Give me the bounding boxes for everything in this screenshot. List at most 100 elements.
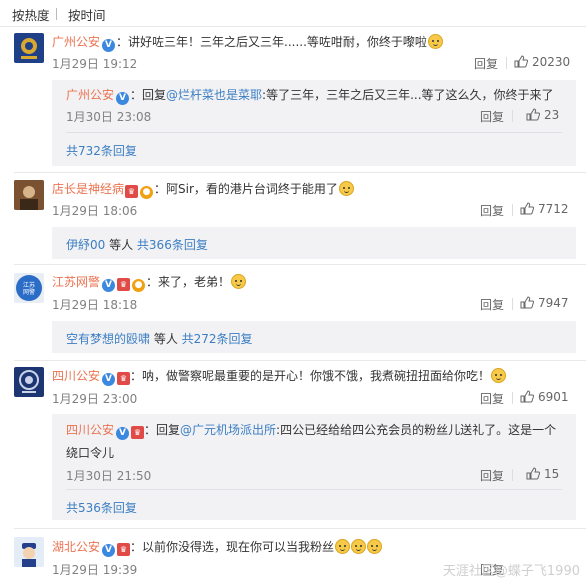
comment-line: 广州公安 V ：讲好咗三年！三年之后又三年......等咗咁耐，你终于嚟啦 bbox=[52, 33, 443, 52]
sort-by-hot[interactable]: 按热度 bbox=[12, 5, 50, 24]
svg-text:江苏: 江苏 bbox=[23, 281, 35, 289]
user-photo-icon bbox=[14, 180, 44, 210]
member-badge-icon: ♛ bbox=[117, 278, 131, 291]
doge-emoji-icon bbox=[367, 539, 383, 554]
thumbs-up-icon bbox=[520, 390, 534, 403]
comment-text: ：以前你没得选，现在你可以当我粉丝 bbox=[130, 540, 335, 554]
avatar[interactable] bbox=[14, 33, 44, 63]
verified-icon: V bbox=[102, 544, 116, 557]
action-divider bbox=[506, 57, 507, 69]
more-replies-link[interactable]: 共536条回复 bbox=[66, 499, 137, 516]
comment-text: :四公已经给给四公充会员的粉丝儿送礼了。这是一个 bbox=[276, 423, 557, 437]
fan-badge-icon: ● bbox=[140, 186, 154, 199]
comment-text: :等了三年，三年之后又三年...等了这么久，你终于来了 bbox=[262, 88, 554, 102]
like-button[interactable]: 7712 bbox=[520, 202, 569, 216]
verified-icon: V bbox=[116, 92, 130, 105]
sort-divider bbox=[56, 8, 57, 20]
divider bbox=[66, 489, 562, 490]
user-name[interactable]: 四川公安 bbox=[52, 369, 100, 383]
like-button[interactable]: 20230 bbox=[514, 55, 570, 69]
more-replies-link[interactable]: 共272条回复 bbox=[182, 332, 253, 346]
verified-icon: V bbox=[116, 427, 130, 440]
reply-button[interactable]: 回复 bbox=[480, 108, 504, 125]
reply-button[interactable]: 回复 bbox=[474, 55, 498, 72]
sub-comment-line: 广州公安 V ：回复@烂杆菜也是菜耶:等了三年，三年之后又三年...等了这么久，你终… bbox=[66, 86, 554, 105]
reply-prefix: ：回复 bbox=[144, 423, 181, 437]
police-cartoon-icon bbox=[22, 543, 36, 567]
doge-emoji-icon bbox=[427, 34, 443, 49]
reply-button[interactable]: 回复 bbox=[480, 467, 504, 484]
more-replies-mid: 等人 bbox=[105, 238, 137, 252]
thumbs-up-icon bbox=[520, 296, 534, 309]
fan-badge-icon: ● bbox=[132, 279, 146, 292]
watermark: 天涯社区@蝶子飞1990 bbox=[442, 564, 580, 579]
reply-button[interactable]: 回复 bbox=[480, 202, 504, 219]
more-replies-link[interactable]: 共366条回复 bbox=[137, 238, 208, 252]
comment-date: 1月29日 23:00 bbox=[52, 392, 138, 406]
reply-prefix: ：回复 bbox=[130, 88, 167, 102]
user-name[interactable]: 湖北公安 bbox=[52, 540, 100, 554]
user-name[interactable]: 江苏网警 bbox=[52, 275, 100, 289]
like-button[interactable]: 23 bbox=[526, 108, 559, 122]
mention-link[interactable]: @广元机场派出所 bbox=[180, 423, 276, 437]
doge-emoji-icon bbox=[231, 274, 247, 289]
avatar[interactable] bbox=[14, 367, 44, 397]
reply-user-link[interactable]: 空有梦想的殴啸 bbox=[66, 332, 150, 346]
like-count: 20230 bbox=[532, 55, 571, 69]
like-button[interactable]: 15 bbox=[526, 467, 559, 481]
like-count: 7712 bbox=[538, 202, 569, 216]
action-divider bbox=[512, 298, 513, 310]
avatar[interactable] bbox=[14, 180, 44, 210]
divider bbox=[14, 172, 586, 173]
member-badge-icon: ♛ bbox=[125, 185, 139, 198]
like-button[interactable]: 6901 bbox=[520, 390, 569, 404]
doge-emoji-icon bbox=[491, 368, 507, 383]
comment-text-continued: 绕口令儿 bbox=[66, 446, 115, 460]
police-badge-icon bbox=[21, 38, 37, 59]
more-replies-line: 空有梦想的殴啸 等人 共272条回复 bbox=[66, 330, 253, 347]
verified-icon: V bbox=[102, 39, 116, 52]
sort-by-time[interactable]: 按时间 bbox=[68, 5, 106, 24]
action-divider bbox=[512, 469, 513, 481]
cyber-police-logo-icon: 江苏网警 bbox=[16, 275, 42, 301]
mention-link[interactable]: @烂杆菜也是菜耶 bbox=[166, 88, 262, 102]
action-divider bbox=[512, 110, 513, 122]
sort-bar: 按热度 按时间 bbox=[0, 0, 586, 26]
comment-line: 湖北公安 V ♛ ：以前你没得选，现在你可以当我粉丝 bbox=[52, 538, 383, 557]
doge-emoji-icon bbox=[338, 181, 354, 196]
verified-icon: V bbox=[102, 279, 116, 292]
divider bbox=[14, 528, 586, 529]
svg-text:网警: 网警 bbox=[23, 288, 35, 296]
reply-button[interactable]: 回复 bbox=[480, 390, 504, 407]
more-replies-link[interactable]: 共732条回复 bbox=[66, 142, 137, 159]
comment-line: 四川公安 V ♛ ：呐，做警察呢最重要的是开心！你饿不饿，我煮碗扭扭面给你吃！ bbox=[52, 367, 507, 386]
user-name[interactable]: 广州公安 bbox=[52, 35, 100, 49]
doge-emoji-icon bbox=[335, 539, 351, 554]
like-button[interactable]: 7947 bbox=[520, 296, 569, 310]
sub-comment-line: 四川公安 V ♛ ：回复@广元机场派出所:四公已经给给四公充会员的粉丝儿送礼了。这是一… bbox=[66, 421, 556, 440]
police-badge-icon bbox=[19, 370, 39, 393]
reply-user-link[interactable]: 伊紓00 bbox=[66, 238, 105, 252]
comment-date: 1月29日 18:06 bbox=[52, 204, 138, 218]
more-replies-mid: 等人 bbox=[150, 332, 182, 346]
user-name[interactable]: 广州公安 bbox=[66, 88, 114, 102]
divider bbox=[0, 26, 586, 27]
comment-text: ：呐，做警察呢最重要的是开心！你饿不饿，我煮碗扭扭面给你吃！ bbox=[130, 369, 491, 383]
user-name[interactable]: 四川公安 bbox=[66, 423, 114, 437]
reply-button[interactable]: 回复 bbox=[480, 296, 504, 313]
comment-date: 1月30日 23:08 bbox=[66, 110, 152, 124]
comment-line: 店长是神经病 ♛ ● ：阿Sir，看的港片台词终于能用了 bbox=[52, 180, 354, 199]
member-badge-icon: ♛ bbox=[117, 543, 131, 556]
thumbs-up-icon bbox=[526, 467, 540, 480]
user-name[interactable]: 店长是神经病 bbox=[52, 182, 124, 196]
like-count: 7947 bbox=[538, 296, 569, 310]
thumbs-up-icon bbox=[520, 202, 534, 215]
action-divider bbox=[512, 204, 513, 216]
comment-line: 江苏网警 V ♛ ● ：来了，老弟！ bbox=[52, 273, 247, 292]
avatar[interactable] bbox=[14, 537, 44, 567]
verified-icon: V bbox=[102, 373, 116, 386]
comment-date: 1月30日 21:50 bbox=[66, 469, 152, 483]
avatar[interactable]: 江苏 网警 bbox=[14, 273, 44, 303]
divider bbox=[14, 264, 586, 265]
like-count: 23 bbox=[544, 108, 560, 122]
